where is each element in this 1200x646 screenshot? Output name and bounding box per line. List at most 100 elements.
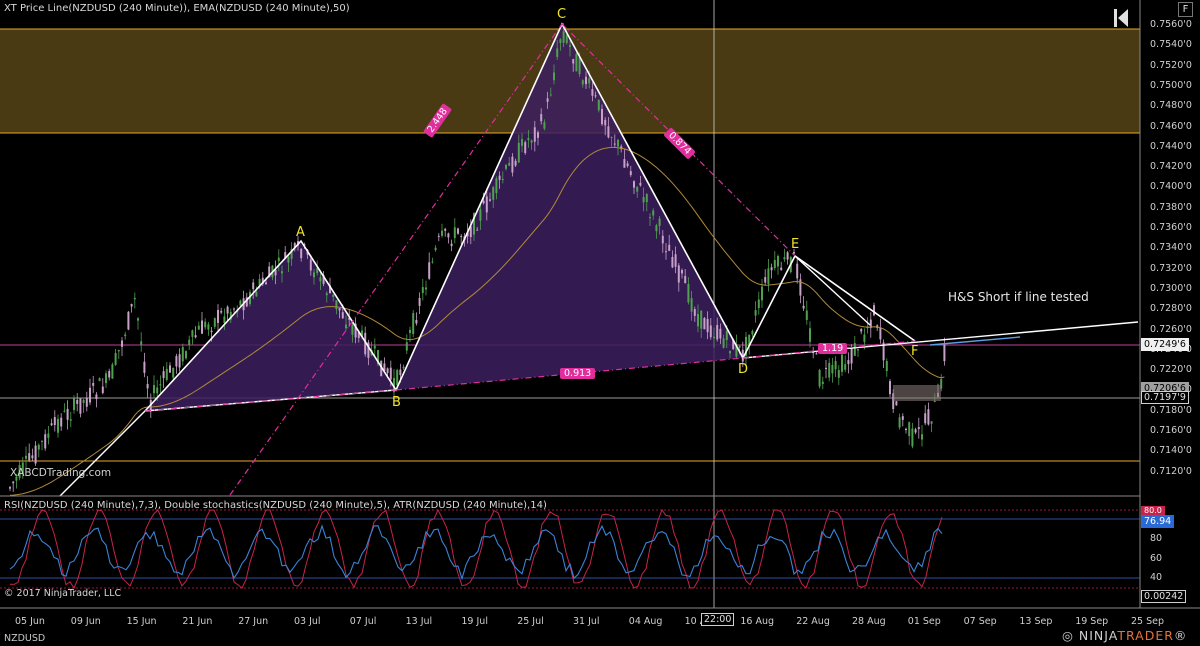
candle-body <box>780 267 783 271</box>
candle-body <box>661 235 664 244</box>
candle-body <box>204 321 207 328</box>
candle-body <box>37 444 40 450</box>
candle-body <box>415 319 418 324</box>
candle-body <box>66 408 69 420</box>
candle-body <box>28 453 31 461</box>
indicator-title: RSI(NZDUSD (240 Minute),7,3), Double sto… <box>4 500 547 511</box>
collapse-icon[interactable] <box>1114 9 1128 27</box>
date-tick: 21 Jun <box>182 616 213 627</box>
candle-body <box>108 371 111 378</box>
price-tick: 0.7400'0 <box>1150 181 1192 193</box>
candle-body <box>217 309 219 323</box>
candle-body <box>549 94 552 96</box>
candle-body <box>53 417 56 426</box>
candle-body <box>319 277 322 282</box>
date-tick: 03 Jul <box>294 616 321 627</box>
candle-body <box>863 334 866 342</box>
candle-body <box>505 165 507 169</box>
candle-body <box>508 162 511 166</box>
candle-body <box>101 386 104 394</box>
price-tick: 0.7160'0 <box>1150 425 1192 436</box>
indicator-tick: 60 <box>1150 552 1163 564</box>
candle-body <box>133 297 136 300</box>
date-tick: 22 Aug <box>796 616 830 627</box>
chart-canvas[interactable] <box>0 0 1200 646</box>
price-tick: 0.7420'0 <box>1150 161 1192 173</box>
candle-body <box>828 362 831 378</box>
price-box <box>893 385 941 401</box>
rsi-line <box>9 524 943 581</box>
f-button[interactable]: F <box>1178 2 1193 17</box>
candle-body <box>399 369 402 376</box>
candle-body <box>930 421 933 424</box>
candle-body <box>143 361 146 373</box>
date-tick: 27 Jun <box>238 616 269 627</box>
candle-body <box>265 282 267 285</box>
candle-body <box>485 196 488 213</box>
candle-body <box>335 300 338 310</box>
candle-body <box>332 294 335 297</box>
candle-body <box>652 210 655 216</box>
candle-body <box>117 349 120 352</box>
candle-body <box>162 371 165 379</box>
candle-body <box>25 455 27 459</box>
candle-body <box>517 142 520 163</box>
candle-body <box>277 257 280 262</box>
candle-body <box>47 433 50 438</box>
candle-body <box>751 330 754 335</box>
date-tick: 13 Sep <box>1019 616 1053 627</box>
date-tick: 01 Sep <box>907 616 941 627</box>
candle-body <box>857 349 859 351</box>
candle-body <box>841 354 843 372</box>
price-tick: 0.7140'0 <box>1150 445 1192 457</box>
copyright: © 2017 NinjaTrader, LLC <box>4 588 122 599</box>
candle-body <box>105 373 107 384</box>
date-tick: 05 Jun <box>15 616 45 627</box>
candle-body <box>34 445 37 464</box>
candle-body <box>476 229 479 231</box>
candle-body <box>345 324 347 329</box>
candle-body <box>933 401 936 403</box>
candle-body <box>169 365 171 373</box>
symbol-label: NZDUSD <box>4 633 46 644</box>
candle-body <box>559 39 562 43</box>
candle-body <box>636 186 639 192</box>
candle-body <box>617 139 619 147</box>
candle-body <box>444 228 447 231</box>
candle-body <box>153 385 155 394</box>
candle-body <box>642 197 645 203</box>
candle-body <box>921 434 923 440</box>
price-tick: 0.7540'0 <box>1150 39 1192 51</box>
candle-body <box>521 139 523 146</box>
candle-body <box>425 287 427 290</box>
candle-body <box>684 275 687 284</box>
candle-body <box>569 45 571 47</box>
candle-body <box>895 401 898 406</box>
candle-body <box>57 418 59 433</box>
candle-body <box>649 217 651 219</box>
candle-body <box>421 287 424 293</box>
candle-body <box>239 300 242 306</box>
candle-body <box>460 235 463 237</box>
candle-body <box>124 334 127 337</box>
point-b: B <box>392 395 401 410</box>
candle-body <box>85 397 88 407</box>
candle-body <box>578 57 581 75</box>
current-price-tag: 0.7249'6 <box>1141 338 1189 351</box>
candle-body <box>140 341 143 345</box>
candle-body <box>233 308 235 310</box>
candle-body <box>911 428 914 447</box>
price-tick: 0.7500'0 <box>1150 79 1192 91</box>
candle-body <box>917 427 920 430</box>
candle-body <box>777 256 779 267</box>
candle-body <box>706 318 709 333</box>
candle-body <box>98 378 101 382</box>
candle-body <box>901 416 904 420</box>
candle-body <box>338 308 341 311</box>
candle-body <box>325 293 328 296</box>
candle-body <box>729 351 731 354</box>
candle-body <box>700 310 703 329</box>
candle-body <box>111 364 114 379</box>
candle-body <box>146 383 149 389</box>
candle-body <box>79 398 82 414</box>
